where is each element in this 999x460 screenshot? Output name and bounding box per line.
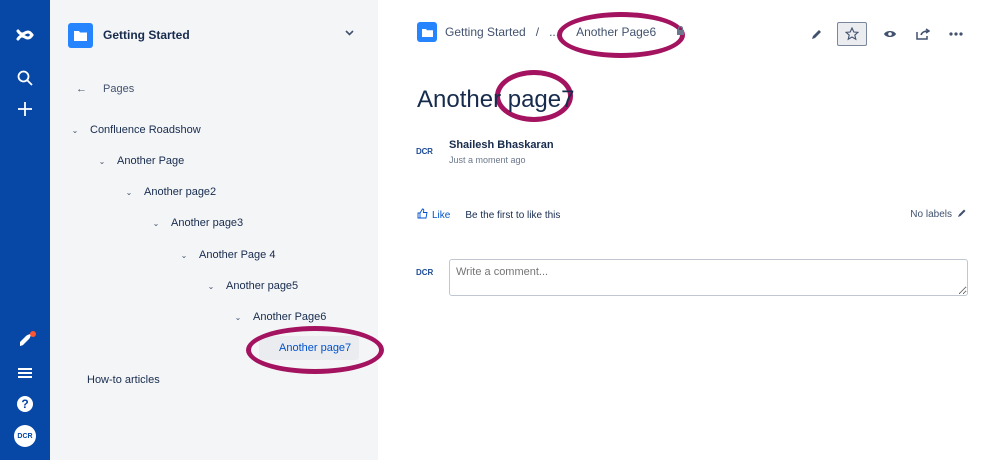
tree-item-label: Another page5 [226,280,299,292]
chevron-down-icon[interactable]: ⌄ [206,282,216,291]
arrow-left-icon: ← [76,83,87,95]
page-title: Another page7 [417,86,575,113]
confluence-logo-icon[interactable] [0,20,50,50]
edit-labels-icon[interactable] [957,208,967,221]
star-icon[interactable] [837,22,867,46]
labels-area: No labels [910,208,967,221]
tree-item[interactable]: ⌄ Another Page [97,151,185,171]
more-icon[interactable] [943,22,969,46]
comment-input[interactable] [449,259,968,296]
tree-item-label: Another Page 4 [199,249,276,261]
tree-item[interactable]: ⌄ Another page2 [124,182,217,202]
chevron-down-icon[interactable]: ⌄ [151,219,161,228]
notification-badge [30,331,36,337]
tree-item-label: Another Page [117,155,185,167]
back-label: Pages [103,83,135,95]
like-label: Like [432,209,451,221]
avatar[interactable]: DCR [0,421,50,451]
breadcrumb-parent[interactable]: Another Page6 [576,25,656,39]
thumbs-up-icon [417,208,428,222]
tree-item[interactable]: ⌄ Another Page6 [233,307,327,327]
author-name[interactable]: Shailesh Bhaskaran [449,139,554,151]
global-nav: ? DCR [0,0,50,460]
sidebar: Getting Started ← Pages ⌄ Confluence Roa… [50,0,378,460]
like-button[interactable]: Like [417,208,450,222]
tree-item-label: Another page7 [279,342,352,354]
labels-text: No labels [910,209,952,220]
tree-item[interactable]: ⌄ Another page3 [151,213,244,233]
author-avatar[interactable]: DCR [416,147,433,156]
tree-item[interactable]: ⌄ Confluence Roadshow [70,120,201,140]
tree-item[interactable]: ⌄ Another page5 [206,276,299,296]
eye-icon[interactable] [877,22,903,46]
breadcrumb-ellipsis[interactable]: ... [549,25,559,39]
chevron-down-icon[interactable]: ⌄ [233,313,243,322]
tree-item-label: Another page2 [144,186,217,198]
plus-icon[interactable] [0,94,50,124]
howto-articles-link[interactable]: How-to articles [87,370,160,390]
tree-item-active[interactable]: Another page7 [259,336,360,360]
tree-item-label: Another page3 [171,217,244,229]
help-icon[interactable]: ? [0,389,50,419]
rocket-icon[interactable] [0,326,50,356]
chevron-down-icon[interactable]: ⌄ [124,188,134,197]
chevron-down-icon[interactable]: ⌄ [179,251,189,260]
back-to-pages[interactable]: ← Pages [76,83,134,95]
pencil-icon[interactable] [804,22,830,46]
howto-label: How-to articles [87,374,160,386]
folder-icon [68,22,93,48]
tree-item-label: Confluence Roadshow [90,124,201,136]
lock-icon[interactable] [676,25,685,38]
hamburger-menu-icon[interactable] [0,358,50,388]
breadcrumb-separator: / [535,25,540,39]
help-glyph: ? [17,396,33,412]
breadcrumb: Getting Started / ... Another Page6 [417,22,685,42]
like-summary: Be the first to like this [465,209,561,221]
share-icon[interactable] [910,22,936,46]
breadcrumb-space[interactable]: Getting Started [445,25,526,39]
page-toolbar [804,22,976,46]
avatar-text: DCR [14,425,36,447]
folder-icon [417,22,437,42]
commenter-avatar: DCR [416,268,434,277]
chevron-down-icon[interactable] [345,28,354,39]
chevron-down-icon[interactable]: ⌄ [97,157,107,166]
search-icon[interactable] [0,63,50,93]
like-row: Like Be the first to like this [417,208,560,222]
page-timestamp: Just a moment ago [449,155,526,165]
space-name: Getting Started [103,28,190,42]
chevron-down-icon[interactable]: ⌄ [70,126,80,135]
tree-item-label: Another Page6 [253,311,327,323]
space-header[interactable]: Getting Started [68,21,360,49]
tree-item[interactable]: ⌄ Another Page 4 [179,245,276,265]
